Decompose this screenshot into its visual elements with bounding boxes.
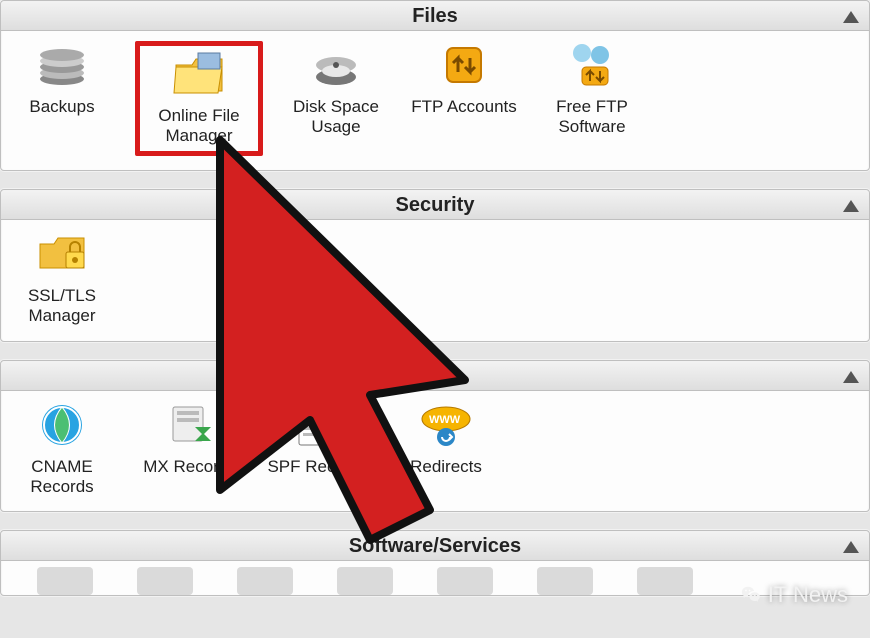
ftp-accounts-label: FTP Accounts <box>409 97 519 117</box>
cname-icon <box>34 401 90 449</box>
software-item-icon[interactable] <box>537 567 593 595</box>
software-item-icon[interactable] <box>337 567 393 595</box>
files-title: Files <box>412 5 458 28</box>
ssl-tls-item[interactable]: SSL/TLS Manager <box>7 230 117 327</box>
security-title: Security <box>396 194 475 217</box>
dns-panel: DNS CNAME Records MX Records SPF SPF Rec… <box>0 360 870 513</box>
file-manager-icon <box>171 50 227 98</box>
dns-body: CNAME Records MX Records SPF SPF Records… <box>1 391 869 512</box>
mx-label: MX Records <box>135 457 245 477</box>
cname-label: CNAME Records <box>7 457 117 498</box>
software-item-icon[interactable] <box>437 567 493 595</box>
files-panel: Files Backups Online File Manager Disk S… <box>0 0 870 171</box>
ssl-tls-label: SSL/TLS Manager <box>7 286 117 327</box>
software-item-icon[interactable] <box>37 567 93 595</box>
security-panel: Security SSL/TLS Manager <box>0 189 870 342</box>
files-body: Backups Online File Manager Disk Space U… <box>1 31 869 170</box>
svg-text:WWW: WWW <box>429 414 461 426</box>
dns-title: DNS <box>414 365 456 388</box>
ftp-accounts-icon <box>436 41 492 89</box>
online-file-manager-item[interactable]: Online File Manager <box>135 41 263 156</box>
software-item-icon[interactable] <box>637 567 693 595</box>
backups-icon <box>34 41 90 89</box>
redirects-item[interactable]: WWW Redirects <box>391 401 501 498</box>
watermark-text: IT News <box>768 582 848 608</box>
mx-item[interactable]: MX Records <box>135 401 245 498</box>
disk-space-item[interactable]: Disk Space Usage <box>281 41 391 156</box>
redirects-label: Redirects <box>391 457 501 477</box>
backups-item[interactable]: Backups <box>7 41 117 156</box>
backups-label: Backups <box>7 97 117 117</box>
svg-text:SPF: SPF <box>303 410 326 424</box>
wechat-icon <box>740 584 762 606</box>
dns-panel-header[interactable]: DNS <box>1 361 869 391</box>
software-item-icon[interactable] <box>137 567 193 595</box>
collapse-icon[interactable] <box>843 11 859 23</box>
spf-label: SPF Records <box>263 457 373 477</box>
free-ftp-label: Free FTP Software <box>537 97 647 138</box>
ftp-accounts-item[interactable]: FTP Accounts <box>409 41 519 156</box>
collapse-icon[interactable] <box>843 371 859 383</box>
redirects-icon: WWW <box>418 401 474 449</box>
software-item-icon[interactable] <box>237 567 293 595</box>
disk-space-label: Disk Space Usage <box>281 97 391 138</box>
cname-item[interactable]: CNAME Records <box>7 401 117 498</box>
software-panel-header[interactable]: Software/Services <box>1 531 869 561</box>
collapse-icon[interactable] <box>843 200 859 212</box>
ssl-tls-icon <box>34 230 90 278</box>
collapse-icon[interactable] <box>843 541 859 553</box>
watermark: IT News <box>740 582 848 608</box>
security-body: SSL/TLS Manager <box>1 220 869 341</box>
security-panel-header[interactable]: Security <box>1 190 869 220</box>
free-ftp-icon <box>564 41 620 89</box>
spf-item[interactable]: SPF SPF Records <box>263 401 373 498</box>
disk-space-icon <box>308 41 364 89</box>
file-manager-label: Online File Manager <box>144 106 254 147</box>
mx-icon <box>162 401 218 449</box>
free-ftp-item[interactable]: Free FTP Software <box>537 41 647 156</box>
spf-icon: SPF <box>290 401 346 449</box>
software-title: Software/Services <box>349 535 521 558</box>
files-panel-header[interactable]: Files <box>1 1 869 31</box>
